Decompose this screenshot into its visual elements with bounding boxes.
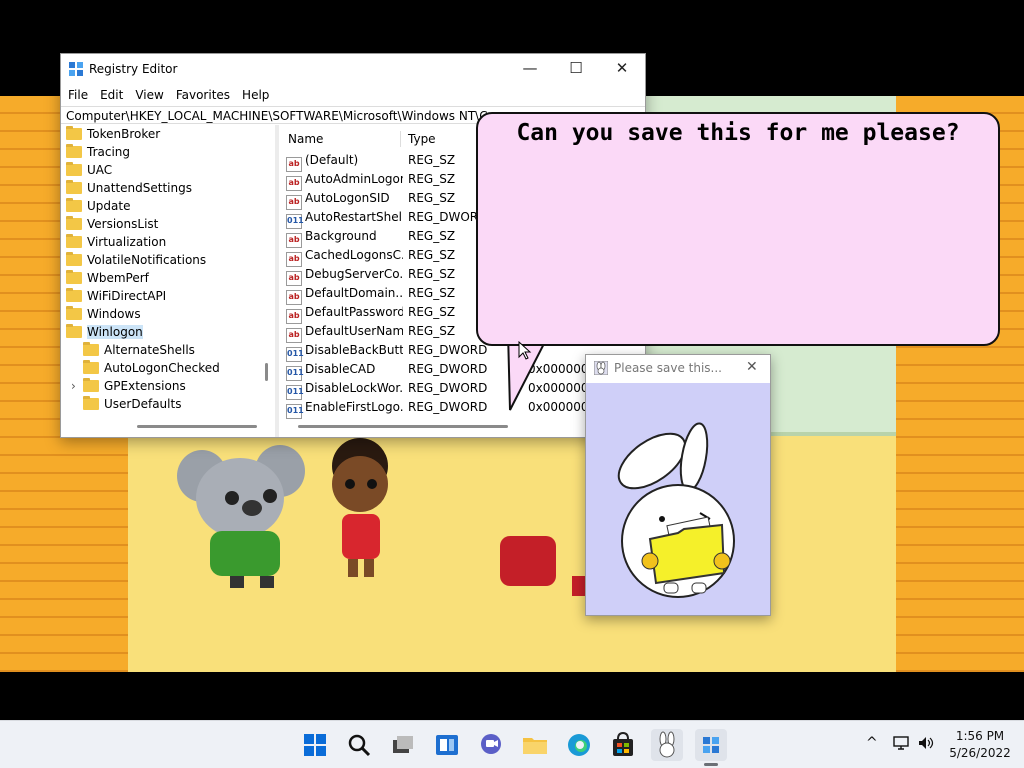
speech-bubble-text: Can you save this for me please?: [516, 120, 960, 146]
chevron-right-icon[interactable]: ›: [71, 377, 83, 395]
speech-bubble: [476, 112, 1000, 346]
folder-icon: [66, 180, 82, 194]
folder-icon: [66, 198, 82, 212]
tree-item-unattendsettings[interactable]: UnattendSettings: [66, 179, 192, 197]
key-tree[interactable]: TokenBroker Tracing UAC UnattendSettings…: [61, 125, 275, 437]
folder-icon: [83, 360, 99, 374]
menu-edit[interactable]: Edit: [100, 84, 123, 106]
chat-icon[interactable]: [475, 729, 507, 761]
column-header-type[interactable]: Type: [408, 129, 436, 149]
folder-icon: [83, 396, 99, 410]
tree-item-wifidirectapi[interactable]: WiFiDirectAPI: [66, 287, 166, 305]
folder-icon: [83, 378, 99, 392]
menu-view[interactable]: View: [135, 84, 163, 106]
folder-icon: [66, 306, 82, 320]
maximize-button[interactable]: ☐: [553, 54, 599, 84]
save-window-title: Please save this...: [614, 361, 722, 375]
folder-icon: [66, 252, 82, 266]
tree-item-alternateshells[interactable]: AlternateShells: [83, 341, 195, 359]
tray-overflow-chevron-icon[interactable]: ^: [866, 735, 878, 751]
bunny-holding-folder-image: [617, 422, 735, 598]
tree-item-tracing[interactable]: Tracing: [66, 143, 130, 161]
close-button[interactable]: ✕: [599, 54, 645, 84]
folder-icon: [66, 234, 82, 248]
registry-editor-icon: [69, 62, 83, 76]
registry-editor-icon[interactable]: [695, 729, 727, 761]
tree-item-volatilenotifications[interactable]: VolatileNotifications: [66, 251, 206, 269]
bunny-app-icon[interactable]: [651, 729, 683, 761]
tree-item-uac[interactable]: UAC: [66, 161, 112, 179]
tree-item-userdefaults[interactable]: UserDefaults: [83, 395, 181, 413]
tree-item-tokenbroker[interactable]: TokenBroker: [66, 125, 160, 143]
start-icon[interactable]: [299, 729, 331, 761]
window-title: Registry Editor: [89, 62, 178, 76]
search-icon[interactable]: [343, 729, 375, 761]
menu-file[interactable]: File: [68, 84, 88, 106]
tree-vertical-scrollbar[interactable]: [265, 363, 268, 381]
clock-date[interactable]: 5/26/2022: [947, 746, 1013, 760]
folder-icon: [66, 162, 82, 176]
column-header-name[interactable]: Name: [288, 129, 323, 149]
save-window-content: [586, 383, 770, 615]
tree-item-gpextensions[interactable]: › GPExtensions: [71, 377, 186, 395]
mouse-cursor-icon: [518, 341, 532, 360]
tree-horizontal-scrollbar[interactable]: [137, 425, 257, 428]
folder-open-icon: [66, 324, 82, 338]
edge-icon[interactable]: [563, 729, 595, 761]
active-app-indicator: [704, 763, 718, 766]
bunny-app-icon: [594, 361, 608, 375]
network-icon[interactable]: [892, 735, 910, 751]
clock-time[interactable]: 1:56 PM: [955, 729, 1005, 743]
tree-item-wbemperf[interactable]: WbemPerf: [66, 269, 149, 287]
save-request-window[interactable]: Please save this... ✕: [585, 354, 771, 616]
volume-icon[interactable]: [917, 735, 935, 751]
tree-item-versionslist[interactable]: VersionsList: [66, 215, 158, 233]
cartoon-characters: [177, 438, 590, 596]
widgets-icon[interactable]: [431, 729, 463, 761]
menu-help[interactable]: Help: [242, 84, 269, 106]
taskbar: ^ 1:56 PM 5/26/2022: [0, 720, 1024, 768]
folder-icon: [66, 126, 82, 140]
selected-key-label: Winlogon: [87, 325, 143, 339]
close-button[interactable]: ✕: [746, 359, 758, 375]
folder-icon: [66, 288, 82, 302]
binary-value-icon: 011: [286, 404, 304, 419]
title-bar[interactable]: Registry Editor — ☐ ✕: [61, 54, 645, 84]
tree-item-virtualization[interactable]: Virtualization: [66, 233, 166, 251]
tree-item-update[interactable]: Update: [66, 197, 130, 215]
folder-icon: [83, 342, 99, 356]
tree-item-autologonchecked[interactable]: AutoLogonChecked: [83, 359, 220, 377]
tree-item-windows[interactable]: Windows: [66, 305, 141, 323]
menu-favorites[interactable]: Favorites: [176, 84, 230, 106]
minimize-button[interactable]: —: [507, 54, 553, 84]
file-explorer-icon[interactable]: [519, 729, 551, 761]
pane-splitter[interactable]: [275, 125, 279, 437]
tree-item-winlogon[interactable]: Winlogon: [66, 323, 143, 341]
column-divider[interactable]: [400, 131, 401, 147]
values-horizontal-scrollbar[interactable]: [298, 425, 508, 428]
folder-icon: [66, 144, 82, 158]
folder-icon: [66, 270, 82, 284]
menu-bar: File Edit View Favorites Help: [61, 84, 645, 106]
folder-icon: [66, 216, 82, 230]
store-icon[interactable]: [607, 729, 639, 761]
task-view-icon[interactable]: [387, 729, 419, 761]
